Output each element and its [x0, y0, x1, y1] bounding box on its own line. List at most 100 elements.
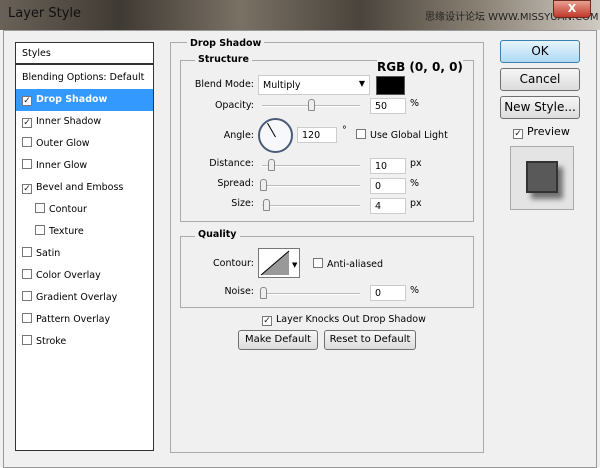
style-item-inner-glow[interactable]: Inner Glow — [16, 155, 153, 177]
noise-slider[interactable] — [260, 287, 360, 299]
distance-input[interactable]: 10 — [370, 158, 406, 174]
use-global-light-checkbox[interactable]: Use Global Light — [356, 129, 448, 141]
style-item-inner-shadow[interactable]: ✓ Inner Shadow — [16, 111, 153, 133]
checkbox[interactable] — [22, 137, 32, 147]
style-item-label: Contour — [49, 204, 87, 215]
checkbox[interactable] — [22, 335, 32, 345]
structure-title: Structure — [195, 54, 252, 65]
noise-label: Noise: — [224, 286, 254, 297]
size-thumb[interactable] — [263, 199, 270, 211]
checkbox[interactable] — [35, 225, 45, 235]
ok-button[interactable]: OK — [500, 40, 580, 63]
blending-options[interactable]: Blending Options: Default — [16, 67, 153, 89]
checkbox[interactable] — [22, 159, 32, 169]
style-item-pattern-overlay[interactable]: Pattern Overlay — [16, 309, 153, 331]
noise-unit: % — [410, 285, 420, 296]
checkbox[interactable] — [22, 269, 32, 279]
style-item-contour[interactable]: Contour — [16, 199, 153, 221]
rgb-annotation: RGB (0, 0, 0) — [377, 60, 463, 74]
style-item-label: Bevel and Emboss — [36, 182, 124, 193]
angle-dial[interactable] — [258, 118, 293, 153]
checkbox[interactable] — [313, 258, 323, 268]
spread-thumb[interactable] — [260, 179, 267, 191]
noise-input[interactable]: 0 — [370, 285, 406, 301]
style-item-label: Texture — [49, 226, 84, 237]
blend-mode-select[interactable]: Multiply ▼ — [258, 75, 370, 95]
panel-title: Drop Shadow — [187, 38, 265, 49]
checkbox[interactable] — [22, 291, 32, 301]
angle-unit: ° — [342, 125, 347, 136]
checkbox[interactable] — [22, 313, 32, 323]
spread-label: Spread: — [217, 178, 254, 189]
size-slider[interactable] — [262, 199, 360, 211]
knocks-out-checkbox[interactable]: ✓ Layer Knocks Out Drop Shadow — [262, 314, 426, 326]
svg-text:▼: ▼ — [292, 261, 298, 269]
checkbox[interactable]: ✓ — [22, 118, 32, 128]
opacity-slider[interactable] — [262, 99, 360, 111]
size-unit: px — [410, 198, 422, 209]
distance-slider[interactable] — [262, 159, 360, 171]
styles-header[interactable]: Styles — [16, 43, 153, 65]
checkbox[interactable] — [35, 203, 45, 213]
style-item-label: Satin — [36, 248, 61, 259]
contour-picker[interactable]: ▼ — [258, 248, 300, 278]
window-title: Layer Style — [8, 6, 82, 21]
checkbox[interactable]: ✓ — [22, 184, 32, 194]
distance-label: Distance: — [209, 158, 254, 169]
preview-swatch — [526, 161, 558, 193]
style-item-label: Outer Glow — [36, 138, 90, 149]
shadow-color-swatch[interactable] — [376, 76, 405, 95]
quality-group — [180, 236, 474, 308]
opacity-label: Opacity: — [214, 100, 254, 111]
style-item-texture[interactable]: Texture — [16, 221, 153, 243]
style-item-bevel-and-emboss[interactable]: ✓ Bevel and Emboss — [16, 177, 153, 199]
checkbox[interactable]: ✓ — [513, 129, 523, 139]
anti-aliased-label: Anti-aliased — [327, 259, 384, 270]
checkbox[interactable] — [22, 247, 32, 257]
spread-input[interactable]: 0 — [370, 178, 406, 194]
distance-thumb[interactable] — [268, 159, 275, 171]
reset-default-button[interactable]: Reset to Default — [324, 330, 416, 350]
distance-unit: px — [410, 158, 422, 169]
style-item-label: Color Overlay — [36, 270, 101, 281]
blend-mode-value: Multiply — [263, 80, 301, 91]
knocks-out-label: Layer Knocks Out Drop Shadow — [276, 314, 426, 325]
spread-unit: % — [410, 178, 420, 189]
checkbox[interactable]: ✓ — [22, 96, 32, 106]
opacity-unit: % — [410, 98, 420, 109]
style-item-label: Stroke — [36, 336, 67, 347]
quality-title: Quality — [195, 229, 240, 240]
contour-curve-icon: ▼ — [260, 250, 298, 276]
style-item-outer-glow[interactable]: Outer Glow — [16, 133, 153, 155]
styles-list: Styles Blending Options: Default ✓ Drop S… — [15, 42, 154, 451]
opacity-thumb[interactable] — [308, 99, 315, 111]
blend-mode-label: Blend Mode: — [194, 79, 254, 90]
use-global-light-label: Use Global Light — [370, 130, 448, 141]
style-item-gradient-overlay[interactable]: Gradient Overlay — [16, 287, 153, 309]
style-item-satin[interactable]: Satin — [16, 243, 153, 265]
style-item-label: Inner Glow — [36, 160, 88, 171]
noise-thumb[interactable] — [260, 287, 267, 299]
close-button[interactable]: X — [553, 0, 591, 18]
make-default-button[interactable]: Make Default — [238, 330, 318, 350]
checkbox[interactable] — [356, 129, 366, 139]
opacity-input[interactable]: 50 — [370, 98, 406, 114]
style-item-color-overlay[interactable]: Color Overlay — [16, 265, 153, 287]
preview-label: Preview — [527, 125, 570, 138]
checkbox[interactable]: ✓ — [262, 316, 272, 326]
spread-slider[interactable] — [260, 179, 360, 191]
preview-checkbox[interactable]: ✓ Preview — [513, 125, 570, 139]
new-style-button[interactable]: New Style... — [500, 96, 580, 119]
angle-input[interactable]: 120 — [297, 127, 337, 143]
size-input[interactable]: 4 — [370, 198, 406, 214]
cancel-button[interactable]: Cancel — [500, 68, 580, 91]
anti-aliased-checkbox[interactable]: Anti-aliased — [313, 258, 383, 270]
style-item-drop-shadow[interactable]: ✓ Drop Shadow — [16, 89, 153, 111]
chevron-down-icon: ▼ — [358, 79, 365, 88]
preview-thumbnail — [510, 146, 574, 210]
style-item-label: Pattern Overlay — [36, 314, 111, 325]
contour-label: Contour: — [213, 258, 254, 269]
angle-needle — [267, 122, 276, 138]
size-label: Size: — [231, 198, 254, 209]
style-item-stroke[interactable]: Stroke — [16, 331, 153, 353]
